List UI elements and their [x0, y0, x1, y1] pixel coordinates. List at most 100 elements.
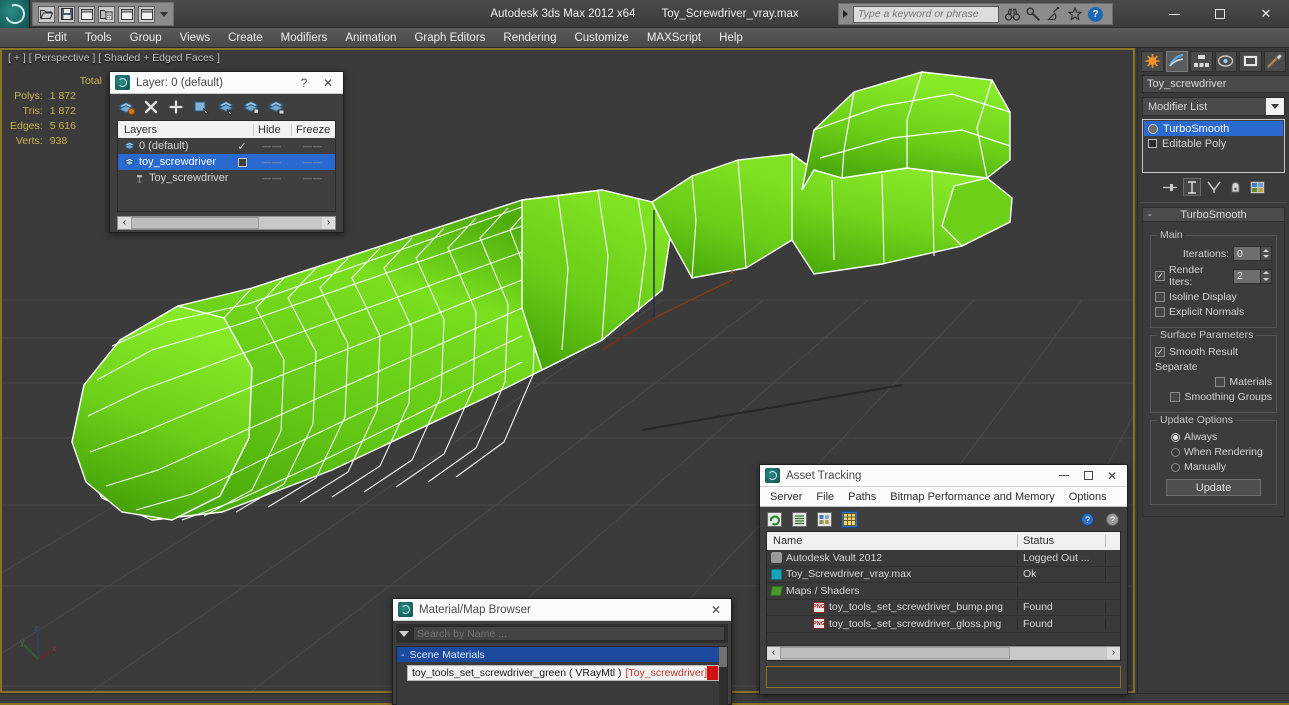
asset-row-max-file[interactable]: Toy_Screwdriver_vray.max Ok [767, 567, 1120, 583]
modifier-stack-item-turbosmooth[interactable]: TurboSmooth [1144, 121, 1283, 136]
rollout-collapse-icon[interactable]: - [1148, 209, 1152, 221]
undo-icon[interactable] [118, 5, 135, 23]
update-when-rendering-row[interactable]: When Rendering [1155, 446, 1272, 458]
menu-item-file[interactable]: File [809, 490, 841, 504]
menu-item-views[interactable]: Views [171, 30, 219, 46]
update-always-radio[interactable] [1171, 432, 1180, 442]
layer-dialog-close-button[interactable]: ✕ [316, 73, 340, 93]
close-button[interactable]: ✕ [1243, 0, 1289, 28]
scroll-right-arrow-icon[interactable]: › [322, 217, 335, 229]
hide-unhide-layer-icon[interactable] [266, 98, 286, 116]
materials-checkbox[interactable] [1215, 377, 1226, 387]
menu-item-rendering[interactable]: Rendering [494, 30, 565, 46]
layer-dialog[interactable]: Layer: 0 (default) ? ✕ Layers Hide Freez… [109, 71, 344, 233]
layer-row-freeze[interactable]: —— [291, 173, 335, 183]
layer-row-hide[interactable]: —— [253, 157, 291, 167]
layer-row-freeze[interactable]: —— [291, 141, 335, 151]
iterations-input[interactable] [1233, 246, 1261, 261]
redo-icon[interactable] [138, 5, 155, 23]
material-browser-list[interactable]: - Scene Materials toy_tools_set_screwdri… [396, 646, 728, 705]
thumbnail-view-icon[interactable] [816, 511, 833, 528]
menu-item-customize[interactable]: Customize [565, 30, 637, 46]
asset-tracking-list[interactable]: Name Status Autodesk Vault 2012 Logged O… [766, 531, 1121, 661]
display-tab[interactable] [1239, 50, 1262, 72]
infocenter-expand-icon[interactable] [843, 10, 848, 18]
list-view-icon[interactable] [791, 511, 808, 528]
asset-tracking-minimize-button[interactable] [1052, 466, 1076, 486]
open-file-icon[interactable] [38, 5, 55, 23]
menu-item-tools[interactable]: Tools [76, 30, 121, 46]
poly-icon[interactable] [1148, 139, 1157, 148]
motion-tab[interactable] [1214, 50, 1237, 72]
new-scene-icon[interactable] [78, 5, 95, 23]
render-iters-checkbox[interactable] [1155, 271, 1165, 281]
save-file-icon[interactable] [58, 5, 75, 23]
update-always-row[interactable]: Always [1155, 431, 1272, 443]
menu-item-modifiers[interactable]: Modifiers [272, 30, 337, 46]
material-entry[interactable]: toy_tools_set_screwdriver_green ( VRayMt… [407, 665, 719, 681]
scroll-left-arrow-icon[interactable]: ‹ [118, 217, 131, 229]
smoothing-groups-checkbox[interactable] [1170, 392, 1181, 402]
chevron-down-icon[interactable] [399, 630, 409, 637]
create-new-layer-icon[interactable] [116, 98, 136, 116]
update-manually-row[interactable]: Manually [1155, 461, 1272, 473]
remove-modifier-icon[interactable] [1227, 178, 1245, 196]
minimize-button[interactable] [1151, 0, 1197, 28]
hierarchy-tab[interactable] [1190, 50, 1213, 72]
menu-item-options[interactable]: Options [1062, 490, 1114, 504]
scroll-right-arrow-icon[interactable]: › [1107, 647, 1120, 659]
menu-item-server[interactable]: Server [763, 490, 809, 504]
highlight-selected-objects-layer-icon[interactable] [216, 98, 236, 116]
modifier-stack[interactable]: TurboSmooth Editable Poly [1142, 119, 1285, 173]
layer-list[interactable]: Layers Hide Freeze 0 (default) ✓ —— —— t… [117, 120, 336, 212]
add-selected-objects-icon[interactable] [166, 98, 186, 116]
menu-item-paths[interactable]: Paths [841, 490, 883, 504]
menu-item-maxscript[interactable]: MAXScript [638, 30, 710, 46]
asset-tracking-close-button[interactable]: ✕ [1100, 466, 1124, 486]
modify-tab[interactable] [1165, 50, 1188, 72]
turbosmooth-rollout-header[interactable]: - TurboSmooth [1142, 207, 1285, 222]
delete-highlighted-layer-icon[interactable] [141, 98, 161, 116]
iterations-spinner[interactable] [1233, 246, 1272, 261]
maximize-button[interactable] [1197, 0, 1243, 28]
scene-materials-group-header[interactable]: - Scene Materials [397, 647, 727, 662]
render-iters-input[interactable] [1233, 268, 1261, 284]
menu-item-create[interactable]: Create [219, 30, 272, 46]
menu-item-group[interactable]: Group [121, 30, 171, 46]
utilities-tab[interactable] [1263, 50, 1286, 72]
menu-item-graph-editors[interactable]: Graph Editors [405, 30, 494, 46]
spinner-arrows-icon[interactable] [1261, 268, 1272, 284]
menu-item-edit[interactable]: Edit [38, 30, 76, 46]
smooth-result-checkbox[interactable] [1155, 347, 1165, 357]
layer-row-current-check[interactable]: ✓ [231, 140, 253, 153]
update-when-rendering-radio[interactable] [1171, 447, 1180, 457]
update-manually-radio[interactable] [1171, 462, 1180, 472]
create-tab[interactable] [1141, 50, 1164, 72]
material-search-input[interactable] [413, 626, 725, 641]
modifier-stack-item-editable-poly[interactable]: Editable Poly [1144, 136, 1283, 151]
help-icon[interactable]: ? [1088, 6, 1103, 22]
configure-modifier-sets-icon[interactable] [1249, 178, 1267, 196]
menu-item-help[interactable]: Help [710, 30, 752, 46]
asset-tracking-maximize-button[interactable] [1076, 466, 1100, 486]
help-vault-icon[interactable]: ? [1079, 511, 1096, 528]
star-icon[interactable] [1067, 6, 1083, 22]
layer-row-hide[interactable]: —— [253, 141, 291, 151]
asset-row-maps-shaders[interactable]: Maps / Shaders [767, 583, 1120, 600]
make-unique-icon[interactable] [1205, 178, 1223, 196]
explicit-normals-checkbox[interactable] [1155, 307, 1165, 317]
set-project-folder-icon[interactable] [98, 5, 115, 23]
object-name-input[interactable] [1142, 75, 1289, 93]
layer-horizontal-scrollbar[interactable]: ‹ › [117, 216, 336, 230]
wrench-icon[interactable] [1025, 6, 1041, 22]
set-current-layer-to-selection-icon[interactable] [241, 98, 261, 116]
layer-row-current-check[interactable] [237, 157, 247, 167]
spinner-arrows-icon[interactable] [1261, 246, 1272, 261]
help-about-icon[interactable]: ? [1104, 511, 1121, 528]
menu-item-bitmap-performance[interactable]: Bitmap Performance and Memory [883, 490, 1061, 504]
lightbulb-icon[interactable] [1148, 123, 1158, 134]
material-map-browser-dialog[interactable]: Material/Map Browser ✕ - Scene Materials… [392, 598, 732, 705]
quick-access-overflow-icon[interactable] [160, 11, 168, 17]
grid-view-icon[interactable] [841, 510, 858, 528]
pin-stack-icon[interactable] [1161, 178, 1179, 196]
